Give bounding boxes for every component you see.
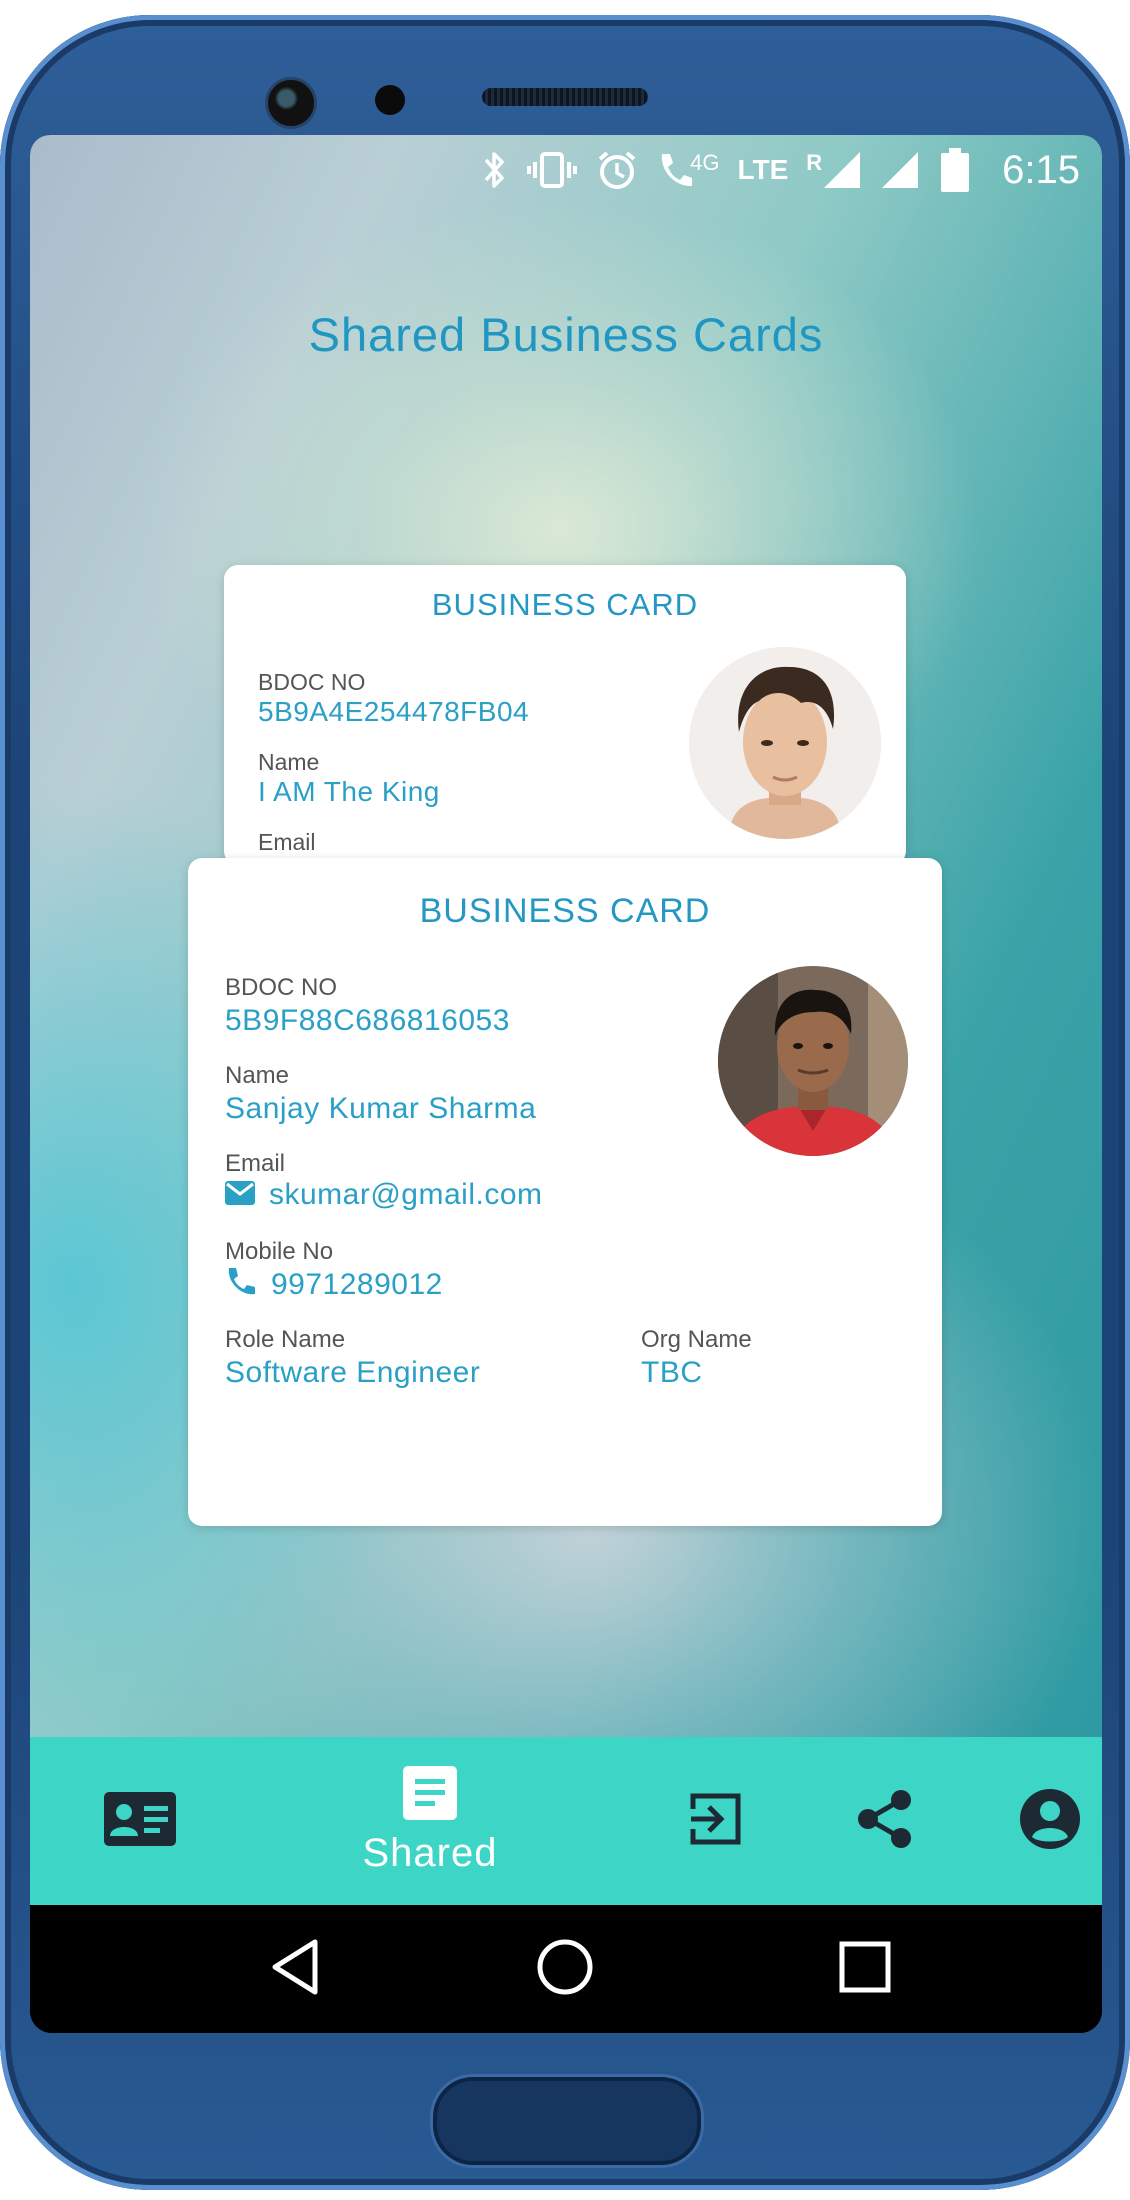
mobile-value: 9971289012 (271, 1267, 443, 1301)
org-label: Org Name (641, 1326, 752, 1353)
envelope-icon (225, 1180, 255, 1210)
signal-icon (880, 150, 920, 190)
roaming-label: R (806, 150, 823, 175)
nav-item-shared[interactable]: Shared (320, 1737, 540, 1905)
business-card-back[interactable]: BUSINESS CARD BDOC NO 5B9A4E254478FB04 N… (224, 565, 906, 865)
profile-photo (689, 647, 881, 839)
role-value: Software Engineer (225, 1356, 481, 1389)
id-card-icon (104, 1791, 176, 1851)
role-label: Role Name (225, 1326, 346, 1353)
name-label: Name (258, 749, 320, 775)
earpiece-speaker (482, 88, 648, 106)
phone-screen: 4G LTE R 6:15 Shared Business Cards BUSI… (30, 135, 1102, 2033)
status-time: 6:15 (1002, 147, 1080, 192)
nav-item-sign-in[interactable] (650, 1737, 780, 1905)
name-value: I AM The King (258, 776, 440, 807)
nav-item-profile[interactable] (985, 1737, 1102, 1905)
vibrate-icon (526, 150, 578, 190)
system-navigation-bar (30, 1905, 1102, 2033)
wifi-calling-icon: 4G (656, 150, 719, 190)
card-heading: BUSINESS CARD (431, 587, 699, 622)
org-value: TBC (641, 1356, 703, 1389)
signal-roaming-icon: R (806, 150, 862, 190)
mobile-row[interactable]: 9971289012 (225, 1266, 443, 1303)
bluetooth-icon (482, 150, 508, 190)
system-recents-button[interactable] (800, 1905, 930, 2033)
home-circle-icon (535, 1937, 595, 2002)
email-value: skumar@gmail.com (269, 1178, 543, 1211)
back-triangle-icon (267, 1937, 323, 2002)
battery-icon (938, 148, 972, 192)
sign-in-icon (687, 1791, 743, 1852)
bdoc-value: 5B9F88C686816053 (225, 1004, 510, 1037)
bottom-navigation: Shared (30, 1737, 1102, 1905)
email-label: Email (225, 1150, 286, 1177)
name-value: Sanjay Kumar Sharma (225, 1092, 537, 1125)
share-icon (857, 1789, 913, 1854)
nav-item-my-card[interactable] (70, 1737, 210, 1905)
system-back-button[interactable] (230, 1905, 360, 2033)
lte-label: LTE (737, 154, 789, 185)
email-label: Email (258, 829, 316, 855)
bdoc-label: BDOC NO (225, 974, 338, 1001)
status-bar: 4G LTE R 6:15 (482, 135, 1080, 205)
recents-square-icon (838, 1940, 892, 1999)
profile-photo (718, 966, 908, 1156)
alarm-icon (596, 149, 638, 191)
business-card-front[interactable]: BUSINESS CARD BDOC NO 5B9F88C686816053 N… (188, 858, 942, 1526)
document-icon (403, 1766, 457, 1825)
mobile-label: Mobile No (225, 1238, 334, 1265)
bdoc-label: BDOC NO (258, 669, 366, 695)
page-title: Shared Business Cards (308, 308, 824, 361)
nav-label-shared: Shared (362, 1831, 498, 1875)
hardware-home-button[interactable] (433, 2077, 701, 2165)
account-circle-icon (1020, 1788, 1080, 1854)
bdoc-value: 5B9A4E254478FB04 (258, 696, 530, 727)
name-label: Name (225, 1062, 290, 1089)
network-4g-label: 4G (690, 150, 720, 175)
nav-item-share[interactable] (820, 1737, 950, 1905)
card-heading: BUSINESS CARD (419, 892, 711, 930)
phone-icon (225, 1266, 257, 1303)
front-camera (265, 77, 317, 129)
email-row[interactable]: skumar@gmail.com (225, 1178, 543, 1212)
system-home-button[interactable] (500, 1905, 630, 2033)
proximity-sensor (375, 85, 405, 115)
